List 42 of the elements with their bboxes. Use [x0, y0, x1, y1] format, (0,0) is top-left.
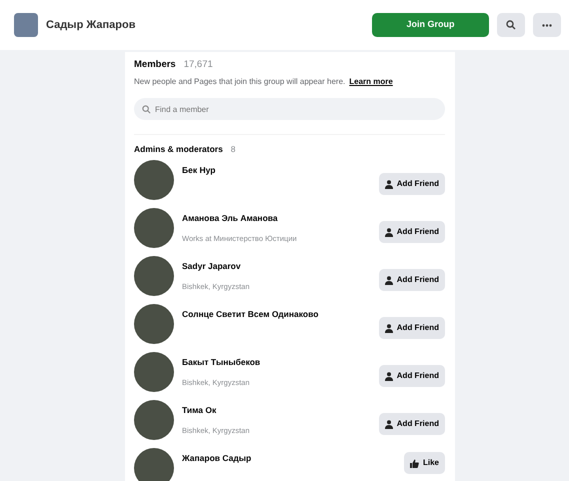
member-name[interactable]: Бакыт Тыныбеков [182, 356, 371, 369]
person-icon [384, 420, 393, 428]
learn-more-link[interactable]: Learn more [349, 76, 393, 88]
profile-photo-placeholder[interactable] [134, 256, 174, 296]
members-note: New people and Pages that join this group will appear here. [134, 76, 346, 88]
add-friend-button[interactable]: Add Friend [378, 221, 445, 243]
person-icon [384, 324, 393, 332]
member-name[interactable]: Аманова Эль Аманова [182, 212, 371, 225]
person-icon [384, 180, 393, 188]
add-friend-button[interactable]: Add Friend [378, 365, 445, 387]
admins-title: Admins & moderators [134, 143, 223, 156]
add-friend-button[interactable]: Add Friend [378, 413, 445, 435]
add-friend-button[interactable]: Add Friend [378, 173, 445, 195]
profile-photo-placeholder[interactable] [134, 448, 174, 481]
member-name[interactable]: Бек Нур [182, 164, 371, 177]
member-name[interactable]: Солнце Светит Всем Одинаково [182, 308, 371, 321]
find-member-field[interactable]: Find a member [134, 98, 445, 120]
member-name[interactable]: Sadyr Japarov [182, 260, 371, 273]
person-icon [384, 228, 393, 236]
member-name[interactable]: Тима Ок [182, 404, 371, 417]
join-group-button[interactable]: Join Group [372, 13, 489, 37]
person-icon [384, 372, 393, 380]
members-count: 17,671 [184, 58, 213, 72]
profile-photo-placeholder[interactable] [134, 160, 174, 200]
search-icon [506, 20, 516, 30]
thumbs-up-icon [410, 458, 419, 468]
like-button[interactable]: Like [404, 452, 445, 474]
search-button[interactable] [497, 13, 525, 37]
group-title: Садыр Жапаров [46, 18, 136, 33]
profile-photo-placeholder[interactable] [134, 208, 174, 248]
member-name[interactable]: Жапаров Садыр [182, 452, 396, 465]
more-icon [542, 24, 552, 26]
group-avatar [14, 13, 38, 37]
profile-photo-placeholder[interactable] [134, 400, 174, 440]
profile-photo-placeholder[interactable] [134, 304, 174, 344]
admins-count: 8 [230, 143, 236, 156]
search-icon [142, 104, 151, 114]
add-friend-button[interactable]: Add Friend [378, 317, 445, 339]
add-friend-button[interactable]: Add Friend [378, 269, 445, 291]
members-title: Members [134, 58, 176, 72]
profile-photo-placeholder[interactable] [134, 352, 174, 392]
person-icon [384, 276, 393, 284]
